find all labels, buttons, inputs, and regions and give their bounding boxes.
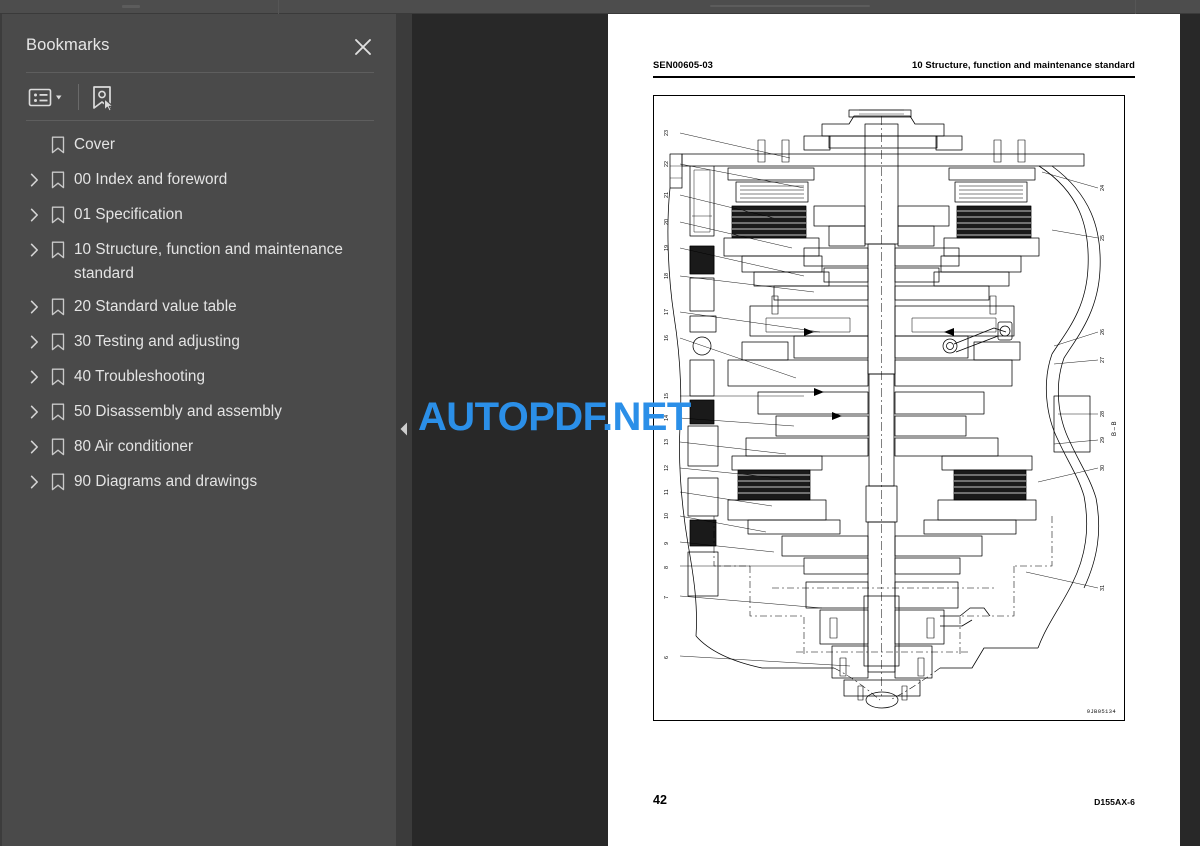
viewer-toolbar[interactable]	[0, 0, 1200, 14]
figure-frame: 23 22 21 20 19 18 17 16 15 14 13 12 11 1…	[653, 95, 1125, 721]
bookmark-icon	[44, 294, 72, 320]
bookmark-label: 20 Standard value table	[74, 298, 237, 315]
toolbar-separator	[78, 84, 79, 110]
expand-chevron-icon[interactable]	[24, 294, 44, 320]
model-number: D155AX-6	[1094, 797, 1135, 807]
section-title: 10 Structure, function and maintenance s…	[912, 59, 1135, 70]
bookmark-icon	[44, 132, 72, 158]
bookmarks-panel: Bookmarks Cover 00 Index and foreword 01…	[0, 14, 396, 846]
expand-chevron-icon[interactable]	[24, 237, 44, 263]
svg-text:10: 10	[664, 513, 670, 519]
bookmark-cursor-icon[interactable]	[88, 83, 118, 113]
svg-text:6: 6	[664, 656, 670, 659]
bookmark-item-50-disassembly-and-assembly[interactable]: 50 Disassembly and assembly	[2, 395, 398, 430]
bookmark-item-90-diagrams-and-drawings[interactable]: 90 Diagrams and drawings	[2, 465, 398, 500]
expand-chevron-icon[interactable]	[24, 202, 44, 228]
svg-text:27: 27	[1100, 357, 1106, 363]
section-label: B – B	[1112, 421, 1118, 436]
bookmark-icon	[44, 237, 72, 263]
bookmark-icon	[44, 364, 72, 390]
svg-text:14: 14	[664, 415, 670, 421]
toolbar-divider-1	[278, 0, 279, 14]
cross-section-drawing: 23 22 21 20 19 18 17 16 15 14 13 12 11 1…	[664, 109, 1118, 709]
svg-text:31: 31	[1100, 585, 1106, 591]
svg-text:17: 17	[664, 309, 670, 315]
svg-text:12: 12	[664, 465, 670, 471]
expand-chevron-icon[interactable]	[24, 167, 44, 193]
svg-text:15: 15	[664, 393, 670, 399]
svg-text:29: 29	[1100, 437, 1106, 443]
svg-text:21: 21	[664, 192, 670, 198]
bookmark-label: 30 Testing and adjusting	[74, 333, 240, 350]
svg-text:7: 7	[664, 596, 670, 599]
bookmarks-panel-header: Bookmarks	[2, 14, 398, 60]
svg-text:13: 13	[664, 439, 670, 445]
svg-text:24: 24	[1100, 185, 1106, 191]
bookmark-item-80-air-conditioner[interactable]: 80 Air conditioner	[2, 430, 398, 465]
close-icon[interactable]	[352, 36, 374, 58]
bookmark-item-cover[interactable]: Cover	[2, 128, 398, 163]
bookmark-label: 50 Disassembly and assembly	[74, 403, 282, 420]
toolbar-divider	[26, 120, 374, 121]
bookmark-icon	[44, 434, 72, 460]
bookmark-label: 01 Specification	[74, 206, 183, 223]
svg-text:25: 25	[1100, 235, 1106, 241]
page-number: 42	[653, 793, 667, 807]
svg-text:26: 26	[1100, 329, 1106, 335]
bookmark-label: 40 Troubleshooting	[74, 368, 206, 385]
chevron-down-icon	[56, 95, 62, 100]
drawing-id: 9JB05134	[1086, 708, 1116, 715]
expand-chevron-icon[interactable]	[24, 364, 44, 390]
toolbar-divider-2	[1135, 0, 1136, 14]
bookmark-label: 80 Air conditioner	[74, 438, 194, 455]
page-header: SEN00605-03 10 Structure, function and m…	[653, 59, 1135, 81]
bookmark-label: Cover	[74, 136, 116, 153]
expand-chevron-icon[interactable]	[24, 469, 44, 495]
bookmark-item-40-troubleshooting[interactable]: 40 Troubleshooting	[2, 360, 398, 395]
expand-chevron-icon[interactable]	[24, 399, 44, 425]
bookmark-item-00-index-and-foreword[interactable]: 00 Index and foreword	[2, 163, 398, 198]
panel-title: Bookmarks	[26, 36, 110, 54]
svg-text:20: 20	[664, 219, 670, 225]
triangle-left-icon[interactable]	[398, 420, 410, 438]
svg-text:8: 8	[664, 566, 670, 569]
header-rule	[653, 76, 1135, 78]
bookmark-list: Cover 00 Index and foreword 01 Specifica…	[2, 128, 398, 828]
svg-text:16: 16	[664, 335, 670, 341]
svg-text:19: 19	[664, 245, 670, 251]
svg-text:23: 23	[664, 130, 670, 136]
svg-text:18: 18	[664, 273, 670, 279]
page-footer: 42 D155AX-6	[653, 793, 1135, 813]
list-options-icon[interactable]	[28, 84, 68, 112]
toolbar-hint-left	[122, 5, 140, 8]
bookmark-item-01-specification[interactable]: 01 Specification	[2, 198, 398, 233]
bookmark-icon	[44, 469, 72, 495]
expand-chevron-icon[interactable]	[24, 434, 44, 460]
svg-text:9: 9	[664, 542, 670, 545]
pdf-page: SEN00605-03 10 Structure, function and m…	[608, 14, 1180, 846]
header-divider	[26, 72, 374, 73]
bookmark-icon	[44, 399, 72, 425]
svg-text:30: 30	[1100, 465, 1106, 471]
bookmark-label: 00 Index and foreword	[74, 171, 228, 188]
bookmark-label: 10 Structure, function and maintenance s…	[74, 241, 343, 282]
bookmark-item-30-testing-and-adjusting[interactable]: 30 Testing and adjusting	[2, 325, 398, 360]
svg-text:28: 28	[1100, 411, 1106, 417]
bookmark-label: 90 Diagrams and drawings	[74, 473, 258, 490]
bookmark-icon	[44, 329, 72, 355]
expand-chevron-icon[interactable]	[24, 329, 44, 355]
document-number: SEN00605-03	[653, 59, 713, 70]
bookmark-item-20-standard-value-table[interactable]: 20 Standard value table	[2, 290, 398, 325]
toolbar-hint-center	[710, 5, 870, 7]
bookmark-icon	[44, 202, 72, 228]
pdf-viewer[interactable]: SEN00605-03 10 Structure, function and m…	[412, 14, 1200, 846]
svg-text:11: 11	[664, 489, 670, 495]
bookmark-item-10-structure-function-and-maintenance-standard[interactable]: 10 Structure, function and maintenance s…	[2, 233, 398, 290]
bookmark-icon	[44, 167, 72, 193]
bookmarks-toolbar	[26, 80, 374, 116]
svg-text:22: 22	[664, 161, 670, 167]
